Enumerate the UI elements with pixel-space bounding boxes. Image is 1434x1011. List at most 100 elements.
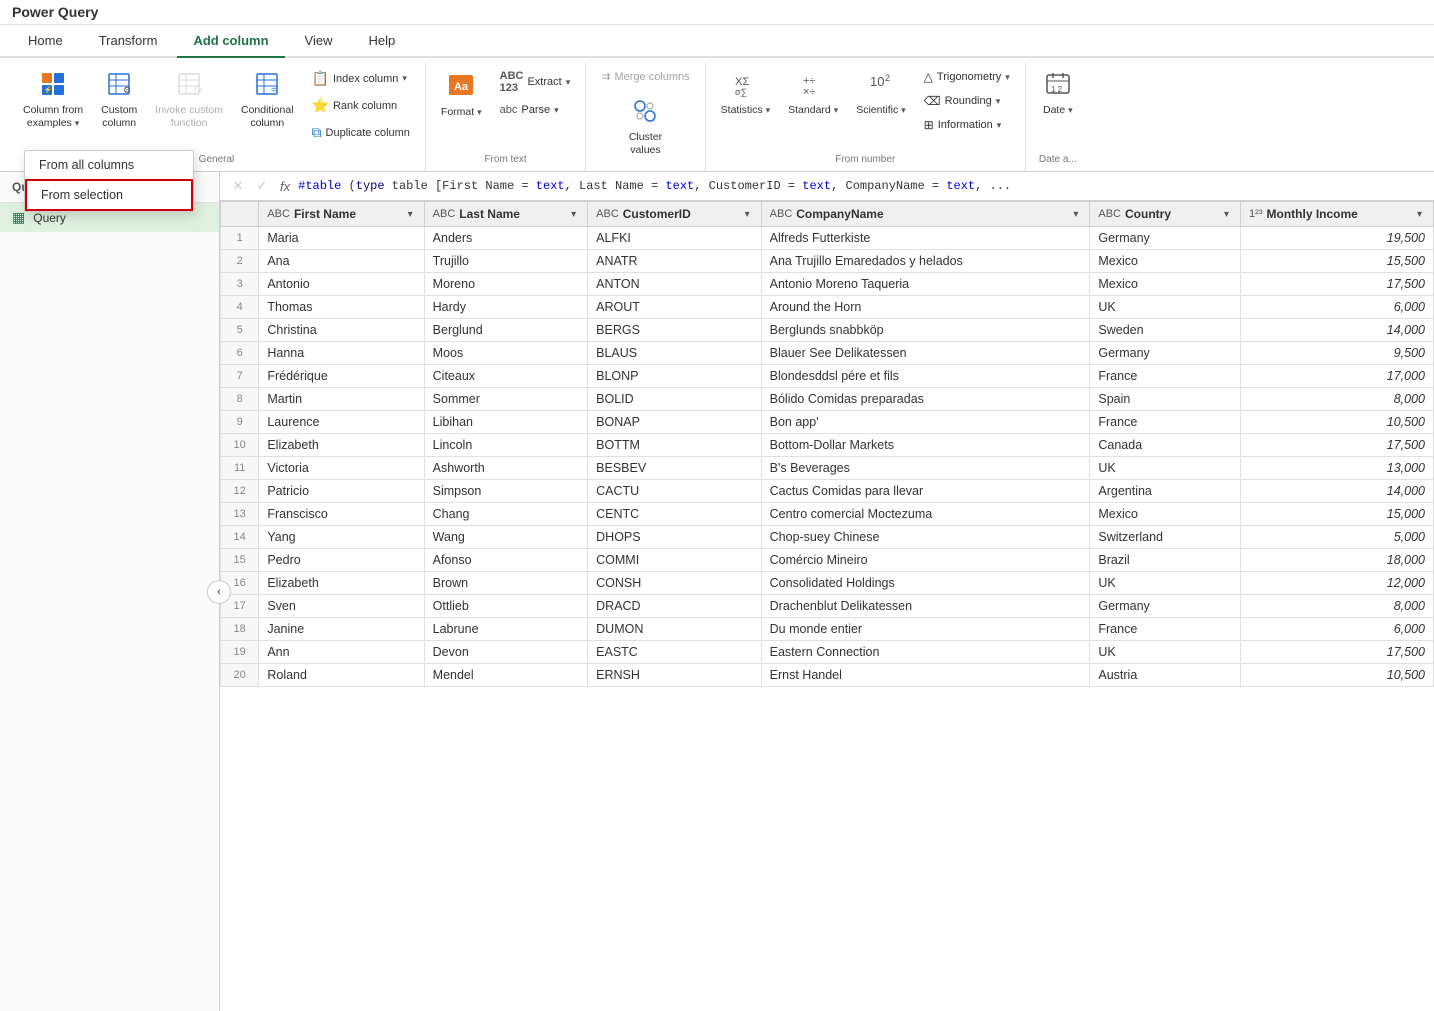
cell-lastname: Berglund <box>424 319 587 342</box>
conditional-column-button[interactable]: = Conditionalcolumn <box>234 66 301 134</box>
parse-button[interactable]: abc Parse ▾ <box>493 100 578 120</box>
row-number: 9 <box>221 411 259 434</box>
cell-firstname: Antonio <box>259 273 424 296</box>
format-icon: Aa <box>447 71 475 103</box>
rounding-button[interactable]: ⌫ Rounding ▾ <box>917 90 1017 112</box>
cluster-values-button[interactable]: Clustervalues <box>594 93 696 161</box>
cell-firstname: Laurence <box>259 411 424 434</box>
column-from-examples-button[interactable]: ⚡ Column fromexamples ▾ <box>16 66 90 134</box>
ribbon-group-from-number: XΣ σ∑ Statistics ▾ +÷ ×÷ Standard ▾ <box>706 62 1026 171</box>
cell-income: 8,000 <box>1241 388 1434 411</box>
format-label: Format ▾ <box>441 106 482 119</box>
firstname-label: First Name <box>294 207 356 221</box>
trigonometry-button[interactable]: △ Trigonometry ▾ <box>917 66 1017 88</box>
cell-customerid: DUMON <box>588 618 762 641</box>
cell-income: 15,000 <box>1241 503 1434 526</box>
cluster-values-label: Clustervalues <box>629 131 662 156</box>
duplicate-column-button[interactable]: ⧉ Duplicate column <box>305 120 417 145</box>
cell-lastname: Moos <box>424 342 587 365</box>
from-text-group-label: From text <box>434 150 577 167</box>
date-button[interactable]: 1 2 Date ▾ <box>1034 66 1082 122</box>
custom-column-button[interactable]: ⚙ Customcolumn <box>94 66 144 134</box>
cell-lastname: Labrune <box>424 618 587 641</box>
rank-column-icon: ⭐ <box>312 97 329 114</box>
cell-country: France <box>1090 618 1241 641</box>
date-group-label: Date a... <box>1034 150 1082 167</box>
cell-country: Sweden <box>1090 319 1241 342</box>
cell-lastname: Brown <box>424 572 587 595</box>
from-all-columns-item[interactable]: From all columns <box>25 151 193 179</box>
extract-dropdown-arrow: ▾ <box>566 77 571 88</box>
formula-text: #table (type table [First Name = text, L… <box>298 179 1426 193</box>
svg-text:⚡: ⚡ <box>44 85 53 94</box>
customerid-filter-button[interactable]: ▾ <box>742 208 753 221</box>
cell-country: Mexico <box>1090 503 1241 526</box>
cell-country: France <box>1090 411 1241 434</box>
svg-text:1 2: 1 2 <box>1051 85 1063 94</box>
cell-customerid: EASTC <box>588 641 762 664</box>
cell-company: Chop-suey Chinese <box>761 526 1090 549</box>
header-row: ABC First Name ▾ ABC Last Name ▾ <box>221 202 1434 227</box>
cell-company: B's Beverages <box>761 457 1090 480</box>
date-label: Date ▾ <box>1043 104 1073 117</box>
invoke-custom-function-label: Invoke customfunction <box>155 104 223 129</box>
table-row: 8 Martin Sommer BOLID Bólido Comidas pre… <box>221 388 1434 411</box>
rank-column-button[interactable]: ⭐ Rank column <box>305 93 417 118</box>
cell-firstname: Frédérique <box>259 365 424 388</box>
from-selection-item[interactable]: From selection <box>25 179 193 211</box>
conditional-column-icon: = <box>254 71 280 101</box>
tab-view[interactable]: View <box>289 25 349 58</box>
merge-columns-icon: ⇉ <box>601 70 610 83</box>
cell-company: Blondesddsl pére et fils <box>761 365 1090 388</box>
content-area: Queries [1] ‹ ▦ Query ✕ ✓ fx #table (typ… <box>0 172 1434 1011</box>
cell-firstname: Yang <box>259 526 424 549</box>
table-body: 1 Maria Anders ALFKI Alfreds Futterkiste… <box>221 227 1434 687</box>
cell-company: Around the Horn <box>761 296 1090 319</box>
table-row: 5 Christina Berglund BERGS Berglunds sna… <box>221 319 1434 342</box>
cell-company: Comércio Mineiro <box>761 549 1090 572</box>
trig-dropdown-arrow: ▾ <box>1005 72 1010 83</box>
cell-firstname: Christina <box>259 319 424 342</box>
date-icon: 1 2 <box>1045 71 1071 101</box>
cell-lastname: Simpson <box>424 480 587 503</box>
row-number: 2 <box>221 250 259 273</box>
svg-text:2: 2 <box>885 73 890 83</box>
lastname-filter-button[interactable]: ▾ <box>568 208 579 221</box>
formula-bar-buttons: ✕ ✓ <box>228 176 272 196</box>
scientific-icon: 10 2 <box>868 71 894 101</box>
tab-add-column[interactable]: Add column <box>177 25 284 58</box>
table-row: 10 Elizabeth Lincoln BOTTM Bottom-Dollar… <box>221 434 1434 457</box>
cell-lastname: Mendel <box>424 664 587 687</box>
scientific-button[interactable]: 10 2 Scientific ▾ <box>849 66 912 122</box>
table-row: 2 Ana Trujillo ANATR Ana Trujillo Emared… <box>221 250 1434 273</box>
cell-lastname: Ashworth <box>424 457 587 480</box>
index-column-button[interactable]: 📋 Index column ▾ <box>305 66 417 91</box>
svg-text:×÷: ×÷ <box>803 86 815 97</box>
cell-lastname: Chang <box>424 503 587 526</box>
tab-transform[interactable]: Transform <box>83 25 174 58</box>
cell-customerid: ANTON <box>588 273 762 296</box>
table-row: 12 Patricio Simpson CACTU Cactus Comidas… <box>221 480 1434 503</box>
cell-firstname: Elizabeth <box>259 572 424 595</box>
standard-button[interactable]: +÷ ×÷ Standard ▾ <box>781 66 845 122</box>
formula-cancel-button: ✕ <box>228 176 248 196</box>
income-filter-button[interactable]: ▾ <box>1414 208 1425 221</box>
income-type: 1²³ <box>1249 208 1262 220</box>
company-filter-button[interactable]: ▾ <box>1070 208 1081 221</box>
tab-home[interactable]: Home <box>12 25 79 58</box>
statistics-button[interactable]: XΣ σ∑ Statistics ▾ <box>714 66 777 122</box>
tab-help[interactable]: Help <box>353 25 412 58</box>
info-dropdown-arrow: ▾ <box>997 120 1002 131</box>
country-filter-button[interactable]: ▾ <box>1221 208 1232 221</box>
extract-button[interactable]: ABC123 Extract ▾ <box>493 66 578 98</box>
row-number: 12 <box>221 480 259 503</box>
format-button[interactable]: Aa Format ▾ <box>434 66 489 124</box>
information-button[interactable]: ⊞ Information ▾ <box>917 114 1017 136</box>
data-table: ABC First Name ▾ ABC Last Name ▾ <box>220 201 1434 687</box>
cell-lastname: Afonso <box>424 549 587 572</box>
cell-customerid: BONAP <box>588 411 762 434</box>
firstname-filter-button[interactable]: ▾ <box>405 208 416 221</box>
cell-income: 10,500 <box>1241 664 1434 687</box>
sidebar-toggle-button[interactable]: ‹ <box>207 580 231 604</box>
svg-text:Aa: Aa <box>454 81 469 93</box>
